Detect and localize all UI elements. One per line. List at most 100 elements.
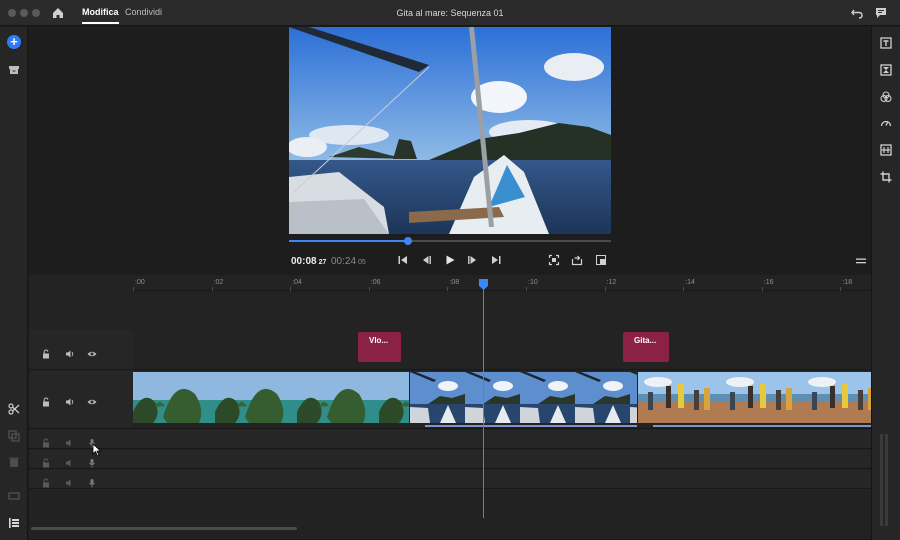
audio-meter-right <box>885 434 888 526</box>
video-clip-boat[interactable] <box>410 372 637 423</box>
scrubber-handle[interactable] <box>404 237 413 245</box>
color-icon[interactable] <box>879 90 893 104</box>
track-header-audio-2 <box>29 450 133 469</box>
video-preview[interactable] <box>289 27 611 234</box>
duplicate-icon[interactable] <box>7 429 21 443</box>
title-clip-label: Vlo... <box>369 336 389 345</box>
ruler-tick <box>604 287 606 291</box>
lock-icon[interactable] <box>41 455 51 468</box>
window-zoom-button[interactable] <box>32 9 40 17</box>
add-media-button[interactable]: + <box>7 35 21 49</box>
title-clip-label: Gita... <box>634 336 657 345</box>
ruler-tick <box>133 287 134 291</box>
volume-icon[interactable] <box>65 475 75 487</box>
right-toolbar <box>871 27 900 540</box>
volume-icon[interactable] <box>65 435 75 447</box>
tracks-panel-icon[interactable] <box>7 516 21 530</box>
playhead-handle[interactable] <box>479 277 488 290</box>
ruler-label: :10 <box>528 279 538 286</box>
clip-audio-bar <box>653 425 871 427</box>
volume-icon[interactable] <box>65 346 75 358</box>
boat-thumbnails <box>410 372 637 423</box>
tab-modifica[interactable]: Modifica <box>82 7 119 24</box>
timeline-empty-area[interactable] <box>133 490 871 540</box>
audio-meter-left <box>880 434 883 526</box>
total-time: 00:24 <box>331 256 357 267</box>
step-forward-icon[interactable] <box>467 254 479 266</box>
title-clip[interactable]: Vlo... <box>358 332 401 362</box>
top-bar: Modifica Condividi Gita al mare: Sequenz… <box>0 0 900 26</box>
track-header-video <box>29 371 133 429</box>
video-clip-islands[interactable] <box>133 372 409 423</box>
left-toolbar: + <box>0 27 28 540</box>
ruler-tick <box>368 287 370 291</box>
export-frame-icon[interactable] <box>571 254 583 266</box>
tab-condividi[interactable]: Condividi <box>125 7 162 17</box>
ruler-tick <box>761 287 763 291</box>
timeline-ruler[interactable]: :00:02:04:06:08:10:12:14:16:18 <box>133 275 871 291</box>
track-titles[interactable]: Vlo... Gita... <box>133 330 871 370</box>
track-header-spacer <box>29 292 133 330</box>
timeline-horizontal-scrollbar[interactable] <box>31 527 297 530</box>
microphone-icon[interactable] <box>87 475 97 488</box>
undo-icon[interactable] <box>850 6 864 20</box>
track-header-empty <box>29 490 133 540</box>
preview-frame <box>289 27 611 234</box>
ruler-label: :18 <box>842 279 853 286</box>
track-audio-2[interactable] <box>133 450 871 469</box>
trash-icon[interactable] <box>7 455 21 469</box>
fullscreen-icon[interactable] <box>595 254 607 266</box>
audio-icon[interactable] <box>879 143 893 157</box>
step-back-icon[interactable] <box>420 254 432 266</box>
crop-icon[interactable] <box>879 170 893 184</box>
ruler-label: :02 <box>213 279 224 286</box>
islands-thumbnails <box>133 372 409 423</box>
timeline: :00:02:04:06:08:10:12:14:16:18 Vlo... Gi… <box>29 275 871 540</box>
scissors-icon[interactable] <box>7 402 21 416</box>
eye-icon[interactable] <box>87 394 97 405</box>
ruler-label: :06 <box>370 279 381 286</box>
titles-icon[interactable] <box>879 36 893 50</box>
ruler-label: :16 <box>763 279 774 286</box>
title-clip[interactable]: Gita... <box>623 332 669 362</box>
scrubber-progress <box>289 240 409 242</box>
ruler-tick <box>840 287 842 291</box>
play-icon[interactable] <box>444 254 456 266</box>
ruler-tick <box>290 287 292 291</box>
track-audio-3[interactable] <box>133 470 871 489</box>
volume-icon[interactable] <box>65 455 75 467</box>
playhead-line <box>483 283 484 518</box>
ruler-tick <box>526 287 527 291</box>
video-clip-beach[interactable] <box>638 372 871 423</box>
caption-icon[interactable] <box>7 489 21 503</box>
clip-audio-bar <box>425 425 637 427</box>
menu-icon[interactable] <box>855 255 867 267</box>
current-frames: 27 <box>318 259 327 266</box>
window-close-button[interactable] <box>8 9 16 17</box>
total-frames: 05 <box>358 259 366 266</box>
go-to-start-icon[interactable] <box>397 254 409 266</box>
fit-icon[interactable] <box>548 254 560 266</box>
lock-icon[interactable] <box>41 394 51 407</box>
lock-icon[interactable] <box>41 435 51 448</box>
track-video[interactable] <box>133 371 871 429</box>
go-to-end-icon[interactable] <box>490 254 502 266</box>
preview-scrubber[interactable] <box>289 237 611 245</box>
track-audio-1[interactable] <box>133 430 871 449</box>
lock-icon[interactable] <box>41 475 51 488</box>
track-header-audio-3 <box>29 470 133 489</box>
home-icon[interactable] <box>51 6 65 20</box>
ruler-label: :00 <box>135 279 145 286</box>
speed-icon[interactable] <box>879 116 893 130</box>
window-minimize-button[interactable] <box>20 9 28 17</box>
feedback-icon[interactable] <box>874 6 888 20</box>
volume-icon[interactable] <box>65 394 75 406</box>
lock-icon[interactable] <box>41 346 51 359</box>
current-timecode: 00:08 27 <box>291 256 326 267</box>
archive-icon[interactable] <box>7 63 21 77</box>
track-header-audio-1 <box>29 430 133 449</box>
transitions-icon[interactable] <box>879 63 893 77</box>
mouse-cursor <box>92 443 102 457</box>
ruler-label: :12 <box>606 279 617 286</box>
eye-icon[interactable] <box>87 346 97 357</box>
